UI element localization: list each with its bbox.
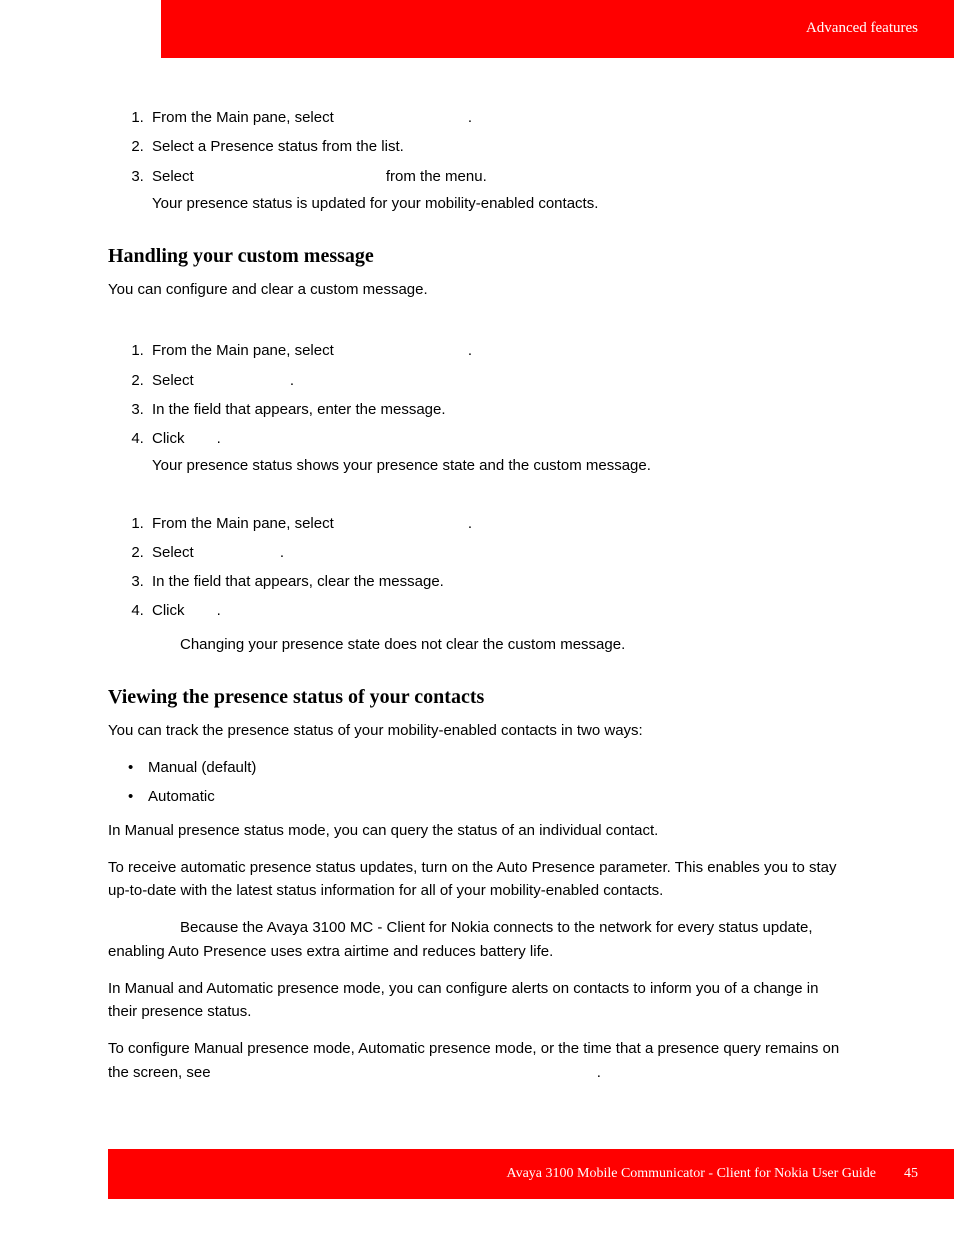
step-text: From the Main pane, select	[152, 109, 338, 126]
step-text: Select	[152, 372, 198, 389]
step-text: .	[217, 602, 221, 619]
view-p3: Because the Avaya 3100 MC - Client for N…	[108, 916, 846, 963]
step-text: .	[468, 515, 472, 532]
step: From the Main pane, select .	[148, 106, 846, 129]
set-custom-steps: From the Main pane, select . Select . In…	[108, 339, 846, 477]
step: Select a Presence status from the list.	[148, 135, 846, 158]
step-result: Your presence status shows your presence…	[152, 454, 846, 477]
list-item: Automatic	[148, 785, 846, 808]
step-text: Select	[152, 544, 198, 561]
custom-intro: You can configure and clear a custom mes…	[108, 278, 846, 301]
view-p5-text: .	[597, 1064, 601, 1081]
footer-title: Avaya 3100 Mobile Communicator - Client …	[507, 1163, 877, 1185]
step-text: .	[468, 342, 472, 359]
footer-bar: Avaya 3100 Mobile Communicator - Client …	[108, 1149, 954, 1199]
view-p1: In Manual presence status mode, you can …	[108, 819, 846, 842]
step-text: From the Main pane, select	[152, 515, 338, 532]
step: Select from the menu. Your presence stat…	[148, 165, 846, 216]
step: Click . Your presence status shows your …	[148, 427, 846, 478]
clear-custom-note: Changing your presence state does not cl…	[180, 633, 846, 656]
step-text: Click	[152, 430, 189, 447]
view-p5-text: To configure Manual presence mode, Autom…	[108, 1040, 839, 1080]
view-p2: To receive automatic presence status upd…	[108, 856, 846, 903]
step-text: .	[290, 372, 294, 389]
header-section-label: Advanced features	[806, 17, 918, 40]
step: Select .	[148, 369, 846, 392]
step-text: From the Main pane, select	[152, 342, 338, 359]
step: From the Main pane, select .	[148, 339, 846, 362]
step-text: Select a Presence status from the list.	[152, 138, 404, 155]
step-text: from the menu.	[386, 168, 487, 185]
step-text: .	[217, 430, 221, 447]
list-item: Manual (default)	[148, 756, 846, 779]
header-bar: Advanced features	[161, 0, 954, 58]
clear-custom-steps: From the Main pane, select . Select . In…	[108, 512, 846, 623]
step-text: In the field that appears, enter the mes…	[152, 401, 446, 418]
step-text: .	[468, 109, 472, 126]
step-result: Your presence status is updated for your…	[152, 192, 846, 215]
step: From the Main pane, select .	[148, 512, 846, 535]
step-text: Click	[152, 602, 189, 619]
step: Select .	[148, 541, 846, 564]
heading-view-presence: Viewing the presence status of your cont…	[108, 682, 846, 713]
presence-modes-list: Manual (default) Automatic	[108, 756, 846, 809]
view-p5: To configure Manual presence mode, Autom…	[108, 1037, 846, 1084]
page-content: From the Main pane, select . Select a Pr…	[108, 100, 846, 1098]
heading-custom-message: Handling your custom message	[108, 241, 846, 272]
update-status-steps: From the Main pane, select . Select a Pr…	[108, 106, 846, 215]
step-text: In the field that appears, clear the mes…	[152, 573, 444, 590]
step-text: Select	[152, 168, 198, 185]
step-text: .	[280, 544, 284, 561]
footer-page-number: 45	[904, 1163, 918, 1185]
step: In the field that appears, clear the mes…	[148, 570, 846, 593]
view-intro: You can track the presence status of you…	[108, 719, 846, 742]
step: Click .	[148, 599, 846, 622]
view-p4: In Manual and Automatic presence mode, y…	[108, 977, 846, 1024]
step: In the field that appears, enter the mes…	[148, 398, 846, 421]
